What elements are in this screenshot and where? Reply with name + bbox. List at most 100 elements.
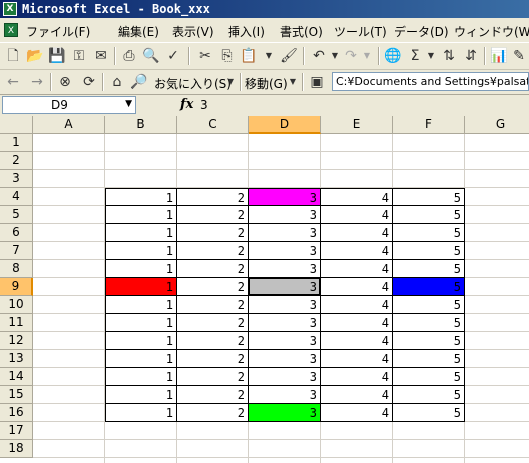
row-header-17[interactable]: 17 <box>0 422 33 440</box>
excel-icon[interactable]: X <box>3 2 17 16</box>
cell-f8[interactable]: 5 <box>393 260 465 278</box>
cell-c4[interactable]: 2 <box>177 188 249 206</box>
cell-b15[interactable]: 1 <box>105 386 177 404</box>
cell-c13[interactable]: 2 <box>177 350 249 368</box>
cell-f11[interactable]: 5 <box>393 314 465 332</box>
cell-c7[interactable]: 2 <box>177 242 249 260</box>
chart-wizard-icon[interactable]: 📊 <box>490 47 508 65</box>
menu-window[interactable]: ウィンドウ(W) <box>454 23 529 40</box>
cell-d12[interactable]: 3 <box>249 332 321 350</box>
address-field[interactable]: C:¥Documents and Settings¥palsation <box>332 72 529 91</box>
cell-b16[interactable]: 1 <box>105 404 177 422</box>
back-icon[interactable]: ← <box>4 73 22 91</box>
cell-b10[interactable]: 1 <box>105 296 177 314</box>
print-preview-icon[interactable]: 🔍 <box>142 47 160 65</box>
search-web-icon[interactable]: 🔎 <box>130 73 148 91</box>
autosum-dropdown-icon[interactable]: ▼ <box>422 47 440 65</box>
cell-d11[interactable]: 3 <box>249 314 321 332</box>
row-header-16[interactable]: 16 <box>0 404 33 422</box>
cell-b9[interactable]: 1 <box>105 278 177 296</box>
open-icon[interactable]: 📂 <box>26 47 44 65</box>
row-header-7[interactable]: 7 <box>0 242 33 260</box>
cell-c11[interactable]: 2 <box>177 314 249 332</box>
cell-f10[interactable]: 5 <box>393 296 465 314</box>
row-header-10[interactable]: 10 <box>0 296 33 314</box>
hyperlink-icon[interactable]: 🌐 <box>384 47 402 65</box>
cell-b7[interactable]: 1 <box>105 242 177 260</box>
spelling-icon[interactable]: ✓ <box>164 47 182 65</box>
column-header-e[interactable]: E <box>321 116 393 134</box>
cell-b14[interactable]: 1 <box>105 368 177 386</box>
menu-format[interactable]: 書式(O) <box>280 23 323 40</box>
column-header-b[interactable]: B <box>105 116 177 134</box>
format-painter-icon[interactable]: 🖌 <box>280 47 298 65</box>
column-header-g[interactable]: G <box>465 116 529 134</box>
column-header-a[interactable]: A <box>33 116 105 134</box>
excel-doc-icon[interactable]: X <box>4 23 18 37</box>
cell-d10[interactable]: 3 <box>249 296 321 314</box>
row-header-12[interactable]: 12 <box>0 332 33 350</box>
sort-ascending-icon[interactable]: ⇅ <box>440 47 458 65</box>
cell-e5[interactable]: 4 <box>321 206 393 224</box>
print-icon[interactable]: ⎙ <box>120 47 138 65</box>
permission-icon[interactable]: ⚿ <box>70 47 88 65</box>
cell-f5[interactable]: 5 <box>393 206 465 224</box>
new-icon[interactable]: 🗋 <box>4 47 22 65</box>
menu-tools[interactable]: ツール(T) <box>334 23 387 40</box>
cell-e4[interactable]: 4 <box>321 188 393 206</box>
menu-view[interactable]: 表示(V) <box>172 23 214 40</box>
row-header-3[interactable]: 3 <box>0 170 33 188</box>
row-header-2[interactable]: 2 <box>0 152 33 170</box>
cell-b6[interactable]: 1 <box>105 224 177 242</box>
cell-b5[interactable]: 1 <box>105 206 177 224</box>
cell-e13[interactable]: 4 <box>321 350 393 368</box>
cell-b13[interactable]: 1 <box>105 350 177 368</box>
cell-d6[interactable]: 3 <box>249 224 321 242</box>
sort-descending-icon[interactable]: ⇵ <box>462 47 480 65</box>
cell-d15[interactable]: 3 <box>249 386 321 404</box>
paste-dropdown-icon[interactable]: ▼ <box>260 47 278 65</box>
column-header-f[interactable]: F <box>393 116 465 134</box>
cell-f12[interactable]: 5 <box>393 332 465 350</box>
cell-d16[interactable]: 3 <box>249 404 321 422</box>
cell-d7[interactable]: 3 <box>249 242 321 260</box>
cell-d13[interactable]: 3 <box>249 350 321 368</box>
copy-icon[interactable]: ⎘ <box>218 47 236 65</box>
home-icon[interactable]: ⌂ <box>108 73 126 91</box>
cell-e14[interactable]: 4 <box>321 368 393 386</box>
forward-icon[interactable]: → <box>28 73 46 91</box>
cell-c8[interactable]: 2 <box>177 260 249 278</box>
cell-e9[interactable]: 4 <box>321 278 393 296</box>
show-web-toolbar-icon[interactable]: ▣ <box>308 73 326 91</box>
cell-e8[interactable]: 4 <box>321 260 393 278</box>
name-box[interactable]: D9 ▼ <box>2 96 136 114</box>
go-dropdown-icon[interactable]: ▼ <box>284 73 302 91</box>
row-header-15[interactable]: 15 <box>0 386 33 404</box>
redo-dropdown-icon[interactable]: ▼ <box>358 47 376 65</box>
cell-d8[interactable]: 3 <box>249 260 321 278</box>
cut-icon[interactable]: ✂ <box>196 47 214 65</box>
cell-f7[interactable]: 5 <box>393 242 465 260</box>
cell-c16[interactable]: 2 <box>177 404 249 422</box>
row-header-4[interactable]: 4 <box>0 188 33 206</box>
cell-f15[interactable]: 5 <box>393 386 465 404</box>
cell-e6[interactable]: 4 <box>321 224 393 242</box>
favorites-menu[interactable]: お気に入り(S) <box>154 75 231 92</box>
cell-d5[interactable]: 3 <box>249 206 321 224</box>
cell-d4[interactable]: 3 <box>249 188 321 206</box>
row-header-11[interactable]: 11 <box>0 314 33 332</box>
cell-b12[interactable]: 1 <box>105 332 177 350</box>
cell-f4[interactable]: 5 <box>393 188 465 206</box>
cell-e11[interactable]: 4 <box>321 314 393 332</box>
row-header-18[interactable]: 18 <box>0 440 33 458</box>
row-header-9[interactable]: 9 <box>0 278 33 296</box>
favorites-dropdown-icon[interactable]: ▼ <box>222 73 240 91</box>
row-header-14[interactable]: 14 <box>0 368 33 386</box>
row-header-8[interactable]: 8 <box>0 260 33 278</box>
cell-f6[interactable]: 5 <box>393 224 465 242</box>
cell-f14[interactable]: 5 <box>393 368 465 386</box>
menu-edit[interactable]: 編集(E) <box>118 23 159 40</box>
cell-c6[interactable]: 2 <box>177 224 249 242</box>
cell-b8[interactable]: 1 <box>105 260 177 278</box>
cell-e15[interactable]: 4 <box>321 386 393 404</box>
